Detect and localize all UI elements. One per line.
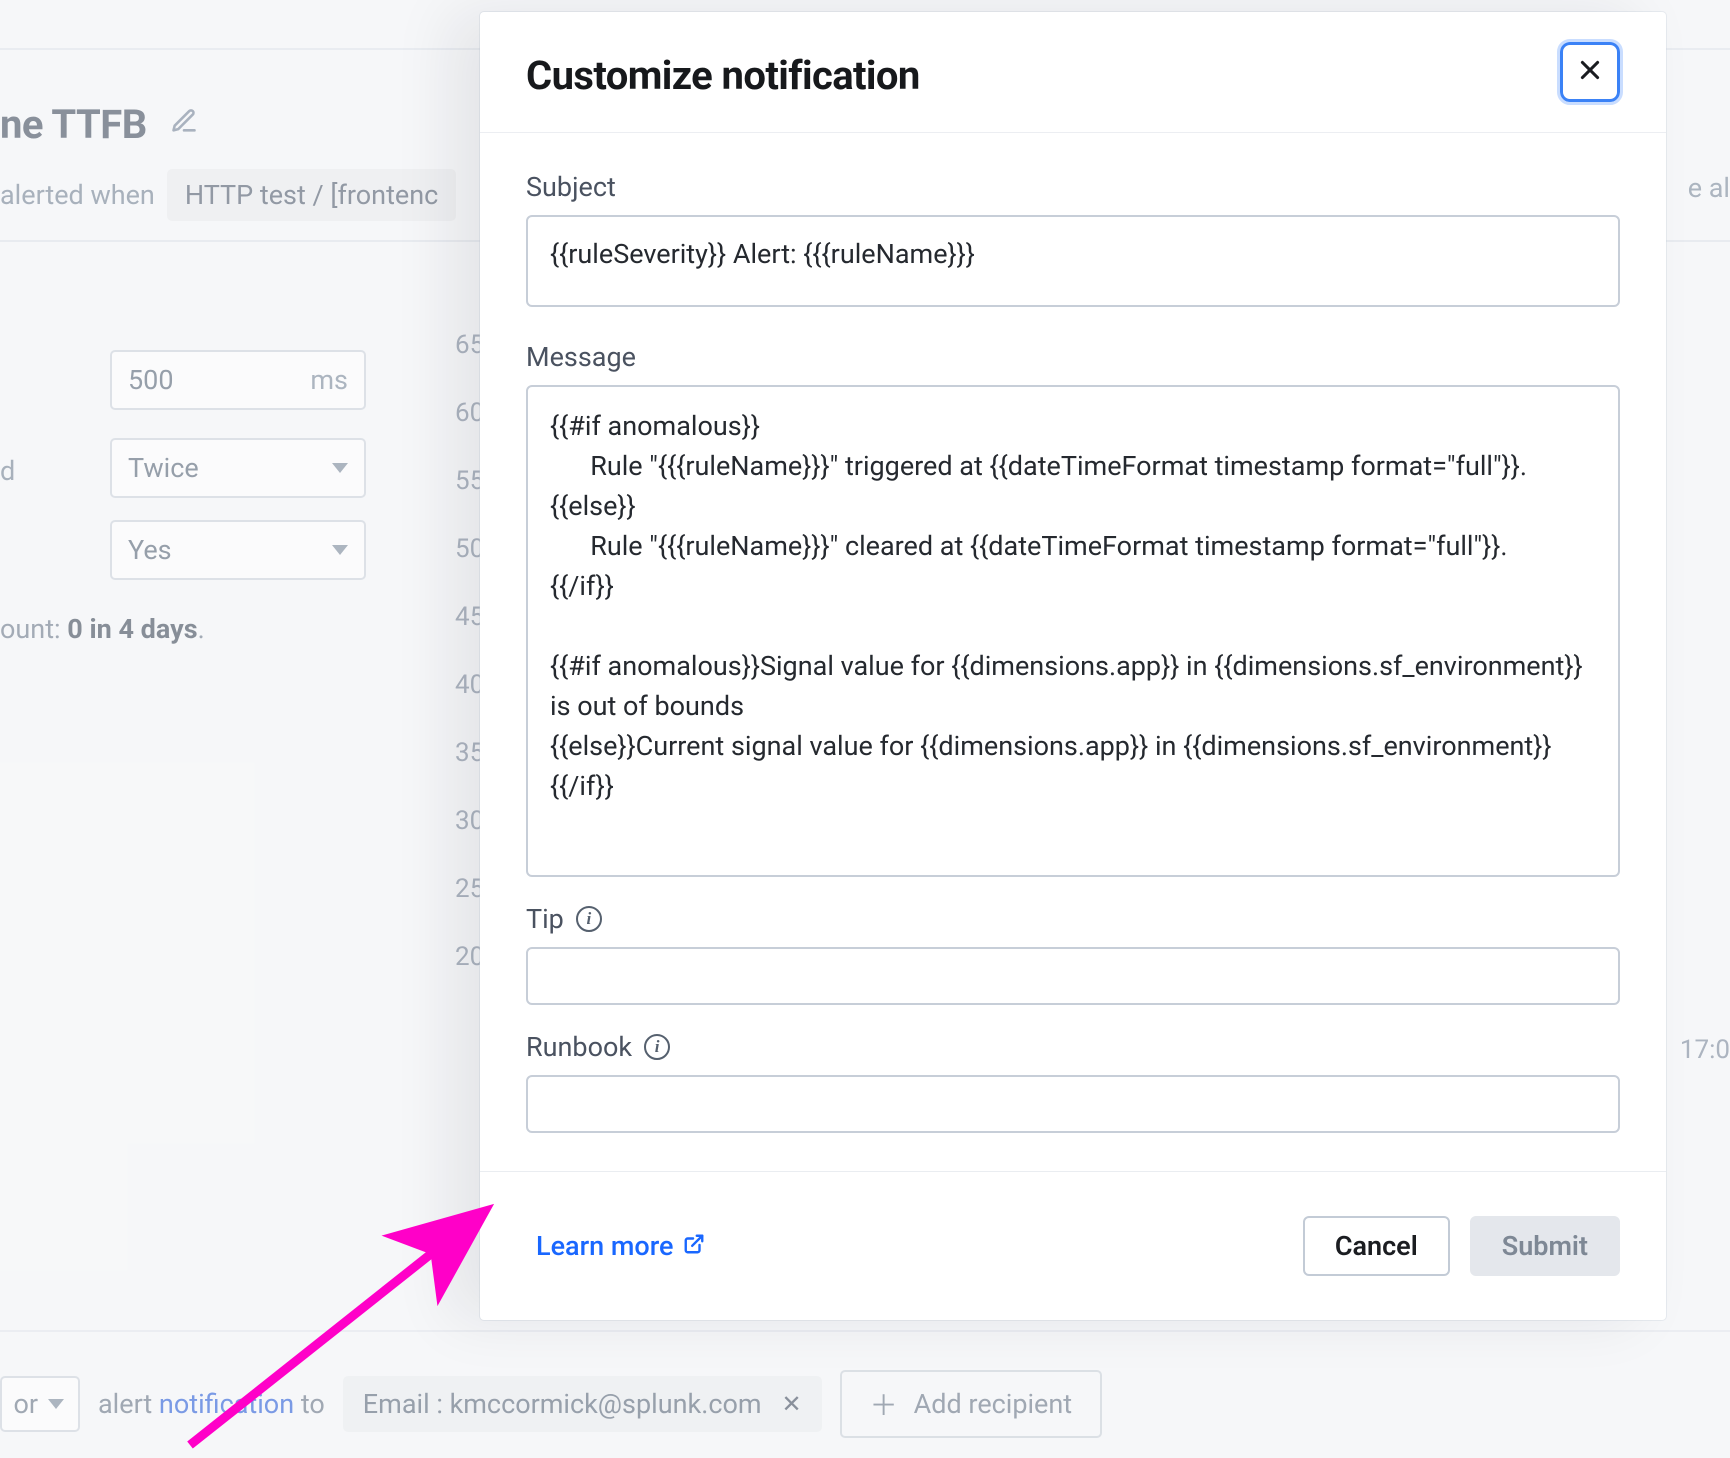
modal-title: Customize notification xyxy=(526,52,920,99)
plus-icon: ＋ xyxy=(870,1384,898,1424)
edit-icon[interactable] xyxy=(170,98,198,126)
threshold-input[interactable]: 500 ms xyxy=(110,350,366,410)
info-icon[interactable]: i xyxy=(644,1034,670,1060)
customize-notification-modal: Customize notification Subject {{ruleSev… xyxy=(480,12,1666,1320)
message-label: Message xyxy=(526,341,1620,373)
yes-select[interactable]: Yes xyxy=(110,520,366,580)
add-recipient-button[interactable]: ＋ Add recipient xyxy=(840,1370,1102,1438)
alert-notification-text: alert notification to xyxy=(98,1388,325,1420)
close-button[interactable] xyxy=(1560,42,1620,102)
label-fragment-d: d xyxy=(0,455,15,487)
tip-input[interactable] xyxy=(526,947,1620,1005)
info-icon[interactable]: i xyxy=(576,906,602,932)
alert-count: ount: 0 in 4 days. xyxy=(0,613,205,645)
recipients-row: or alert notification to Email : kmccorm… xyxy=(0,1369,1730,1439)
close-icon xyxy=(1577,57,1603,87)
message-input[interactable]: {{#if anomalous}} Rule "{{{ruleName}}}" … xyxy=(526,385,1620,877)
test-chip[interactable]: HTTP test / [frontenc xyxy=(167,169,456,221)
recipient-chip[interactable]: Email : kmccormick@splunk.com ✕ xyxy=(343,1376,822,1432)
subject-input[interactable]: {{ruleSeverity}} Alert: {{{ruleName}}} xyxy=(526,215,1620,307)
chevron-down-icon xyxy=(48,1399,64,1409)
chart-xaxis-label: 17:0 xyxy=(1680,1035,1730,1065)
subject-label: Subject xyxy=(526,171,1620,203)
external-link-icon xyxy=(683,1230,705,1262)
runbook-label: Runbook i xyxy=(526,1031,1620,1063)
remove-recipient-icon[interactable]: ✕ xyxy=(782,1390,802,1418)
cancel-button[interactable]: Cancel xyxy=(1303,1216,1450,1276)
tip-label: Tip i xyxy=(526,903,1620,935)
frequency-select[interactable]: Twice xyxy=(110,438,366,498)
side-fragment: e al xyxy=(1688,172,1730,204)
chevron-down-icon xyxy=(332,463,348,473)
chevron-down-icon xyxy=(332,545,348,555)
submit-button[interactable]: Submit xyxy=(1470,1216,1620,1276)
page-title: ne TTFB xyxy=(0,98,198,148)
runbook-input[interactable] xyxy=(526,1075,1620,1133)
learn-more-link[interactable]: Learn more xyxy=(536,1230,705,1262)
condition-mini-select[interactable]: or xyxy=(0,1376,80,1432)
